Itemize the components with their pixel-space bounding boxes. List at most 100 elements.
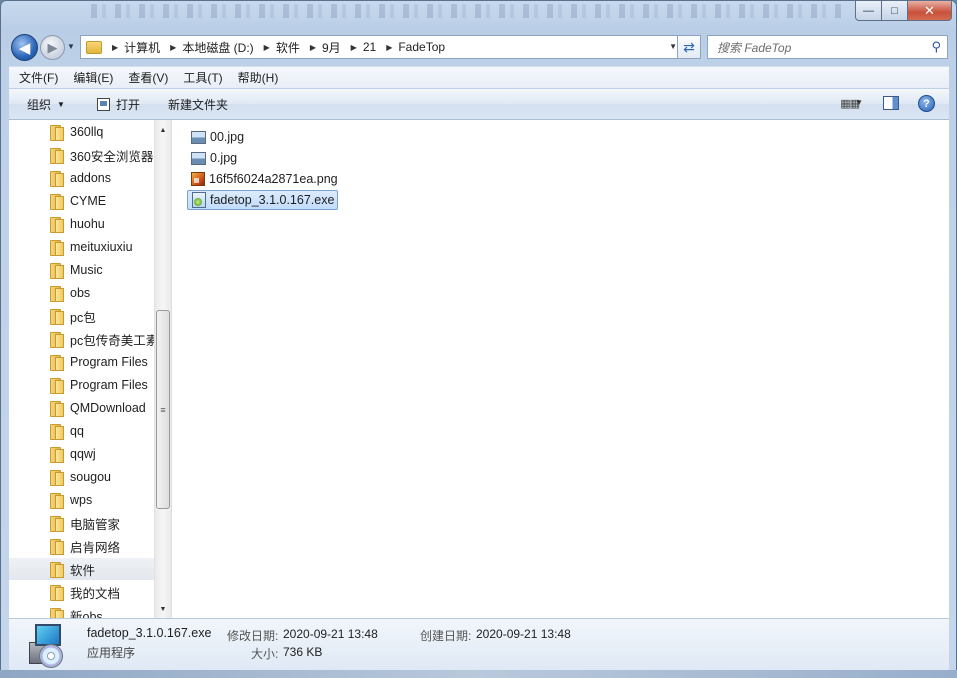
sidebar-folder-item[interactable]: 360安全浏览器 bbox=[9, 144, 154, 166]
menu-help[interactable]: 帮助(H) bbox=[233, 69, 284, 86]
explorer-window: — □ ✕ ◀ ▶ ▼ ▶ 计算机 ▶ 本地磁盘 (D:) ▶ 软件 ▶ 9月 … bbox=[0, 0, 957, 678]
breadcrumb-chevron-icon[interactable]: ▶ bbox=[351, 43, 357, 52]
folder-icon bbox=[49, 447, 64, 463]
folder-icon bbox=[49, 378, 64, 394]
installer-icon bbox=[25, 622, 71, 668]
refresh-icon: ⇄ bbox=[683, 38, 695, 55]
sidebar-folder-item[interactable]: qqwj bbox=[9, 443, 154, 465]
sidebar-folder-item[interactable]: qq bbox=[9, 420, 154, 442]
sidebar-folder-item[interactable]: 360llq bbox=[9, 121, 154, 143]
back-button[interactable]: ◀ bbox=[11, 34, 38, 61]
sidebar-folder-item[interactable]: CYME bbox=[9, 190, 154, 212]
arrow-left-icon: ◀ bbox=[18, 39, 31, 57]
file-item[interactable]: 00.jpg bbox=[187, 127, 247, 147]
sidebar-folder-item[interactable]: meituxiuxiu bbox=[9, 236, 154, 258]
sidebar-folder-item[interactable]: pc包 bbox=[9, 305, 154, 327]
address-dropdown-icon[interactable]: ▼ bbox=[669, 42, 677, 51]
folder-icon bbox=[49, 148, 64, 164]
file-item[interactable]: 16f5f6024a2871ea.png bbox=[187, 169, 341, 189]
menu-edit[interactable]: 编辑(E) bbox=[68, 69, 118, 86]
breadcrumb-chevron-icon[interactable]: ▶ bbox=[386, 43, 392, 52]
view-options-dropdown-icon[interactable]: ▼ bbox=[855, 98, 863, 107]
search-icon[interactable]: ⚲ bbox=[931, 39, 941, 55]
scroll-down-icon[interactable]: ▼ bbox=[155, 601, 171, 618]
breadcrumb-chevron-icon[interactable]: ▶ bbox=[310, 43, 316, 52]
breadcrumb-fadetop[interactable]: FadeTop bbox=[398, 40, 445, 54]
new-folder-button[interactable]: 新建文件夹 bbox=[168, 96, 228, 113]
breadcrumb-computer[interactable]: 计算机 bbox=[124, 39, 160, 56]
open-icon bbox=[96, 97, 110, 111]
sidebar-item-label: addons bbox=[70, 171, 112, 185]
sidebar-item-label: Music bbox=[70, 263, 103, 277]
navigation-pane-scrollbar[interactable]: ▲ ≡ ▼ bbox=[154, 120, 171, 618]
menu-file[interactable]: 文件(F) bbox=[14, 69, 63, 86]
search-input[interactable]: 搜索 FadeTop ⚲ bbox=[707, 35, 948, 59]
title-bar-background bbox=[91, 4, 841, 18]
preview-pane-icon[interactable] bbox=[883, 96, 899, 110]
exe-icon bbox=[192, 192, 206, 208]
details-modified-value: 2020-09-21 13:48 bbox=[283, 627, 378, 641]
folder-icon bbox=[49, 194, 64, 210]
organize-button[interactable]: 组织 ▼ bbox=[27, 96, 65, 113]
details-file-type: 应用程序 bbox=[87, 646, 136, 660]
sidebar-folder-item[interactable]: 我的文档 bbox=[9, 581, 154, 603]
breadcrumb-drive-d[interactable]: 本地磁盘 (D:) bbox=[182, 39, 253, 56]
sidebar-item-label: qq bbox=[70, 424, 84, 438]
sidebar-folder-item[interactable]: Music bbox=[9, 259, 154, 281]
details-size-label: 大小: bbox=[251, 647, 279, 661]
open-label: 打开 bbox=[115, 97, 140, 112]
details-created-label: 创建日期: bbox=[420, 629, 472, 643]
sidebar-folder-item[interactable]: 电脑管家 bbox=[9, 512, 154, 534]
sidebar-folder-item[interactable]: addons bbox=[9, 167, 154, 189]
sidebar-folder-item[interactable]: Program Files bbox=[9, 351, 154, 373]
sidebar-folder-item[interactable]: sougou bbox=[9, 466, 154, 488]
maximize-button[interactable]: □ bbox=[882, 1, 908, 21]
breadcrumb-chevron-icon[interactable]: ▶ bbox=[112, 43, 118, 52]
folder-icon bbox=[49, 539, 64, 555]
recent-pages-dropdown[interactable]: ▼ bbox=[67, 42, 75, 51]
menu-tools[interactable]: 工具(T) bbox=[178, 69, 227, 86]
menu-view[interactable]: 查看(V) bbox=[123, 69, 173, 86]
sidebar-item-label: 电脑管家 bbox=[70, 517, 121, 532]
breadcrumb-chevron-icon[interactable]: ▶ bbox=[264, 43, 270, 52]
sidebar-folder-item[interactable]: 软件 bbox=[9, 558, 154, 580]
open-button[interactable]: 打开 bbox=[96, 96, 140, 113]
breadcrumb-september[interactable]: 9月 bbox=[322, 39, 341, 56]
title-bar[interactable]: — □ ✕ bbox=[1, 1, 956, 29]
sidebar-folder-item[interactable]: pc包传奇美工素 bbox=[9, 328, 154, 350]
file-list: 00.jpg 0.jpg 16f5f6024a2871ea.png fadetop_3… bbox=[172, 120, 949, 618]
details-pane: fadetop_3.1.0.167.exe 应用程序 修改日期: 2020-09… bbox=[9, 618, 949, 670]
sidebar-folder-item[interactable]: huohu bbox=[9, 213, 154, 235]
sidebar-folder-item[interactable]: wps bbox=[9, 489, 154, 511]
scroll-up-icon[interactable]: ▲ bbox=[155, 122, 171, 139]
details-size-value: 736 KB bbox=[283, 645, 323, 659]
organize-label: 组织 bbox=[27, 97, 52, 112]
new-folder-label: 新建文件夹 bbox=[167, 97, 228, 112]
breadcrumb-software[interactable]: 软件 bbox=[276, 39, 300, 56]
file-name: fadetop_3.1.0.167.exe bbox=[210, 193, 335, 207]
folder-icon bbox=[49, 470, 64, 486]
help-icon[interactable]: ? bbox=[918, 95, 935, 112]
sidebar-folder-item[interactable]: QMDownload bbox=[9, 397, 154, 419]
sidebar-folder-item[interactable]: 启肯网络 bbox=[9, 535, 154, 557]
sidebar-folder-item[interactable]: obs bbox=[9, 282, 154, 304]
navigation-row: ◀ ▶ ▼ ▶ 计算机 ▶ 本地磁盘 (D:) ▶ 软件 ▶ 9月 ▶ 21 ▶… bbox=[9, 32, 949, 62]
scrollbar-thumb[interactable]: ≡ bbox=[156, 310, 170, 509]
image-icon bbox=[191, 130, 206, 144]
sidebar-folder-item[interactable]: 新obs bbox=[9, 604, 154, 618]
file-name: 00.jpg bbox=[210, 130, 245, 144]
close-button[interactable]: ✕ bbox=[908, 1, 952, 21]
file-item[interactable]: 0.jpg bbox=[187, 148, 240, 168]
file-item[interactable]: fadetop_3.1.0.167.exe bbox=[187, 190, 339, 210]
forward-button[interactable]: ▶ bbox=[40, 35, 65, 60]
menu-bar: 文件(F) 编辑(E) 查看(V) 工具(T) 帮助(H) bbox=[9, 66, 949, 88]
breadcrumb-21[interactable]: 21 bbox=[363, 40, 376, 54]
sidebar-folder-item[interactable]: Program Files bbox=[9, 374, 154, 396]
sidebar-item-label: 360llq bbox=[70, 125, 104, 139]
folder-icon bbox=[49, 263, 64, 279]
address-bar[interactable]: ▶ 计算机 ▶ 本地磁盘 (D:) ▶ 软件 ▶ 9月 ▶ 21 ▶ FadeT… bbox=[80, 35, 682, 59]
breadcrumb-chevron-icon[interactable]: ▶ bbox=[170, 43, 176, 52]
refresh-button[interactable]: ⇄ bbox=[677, 35, 701, 59]
minimize-button[interactable]: — bbox=[855, 1, 882, 21]
folder-icon bbox=[49, 585, 64, 601]
